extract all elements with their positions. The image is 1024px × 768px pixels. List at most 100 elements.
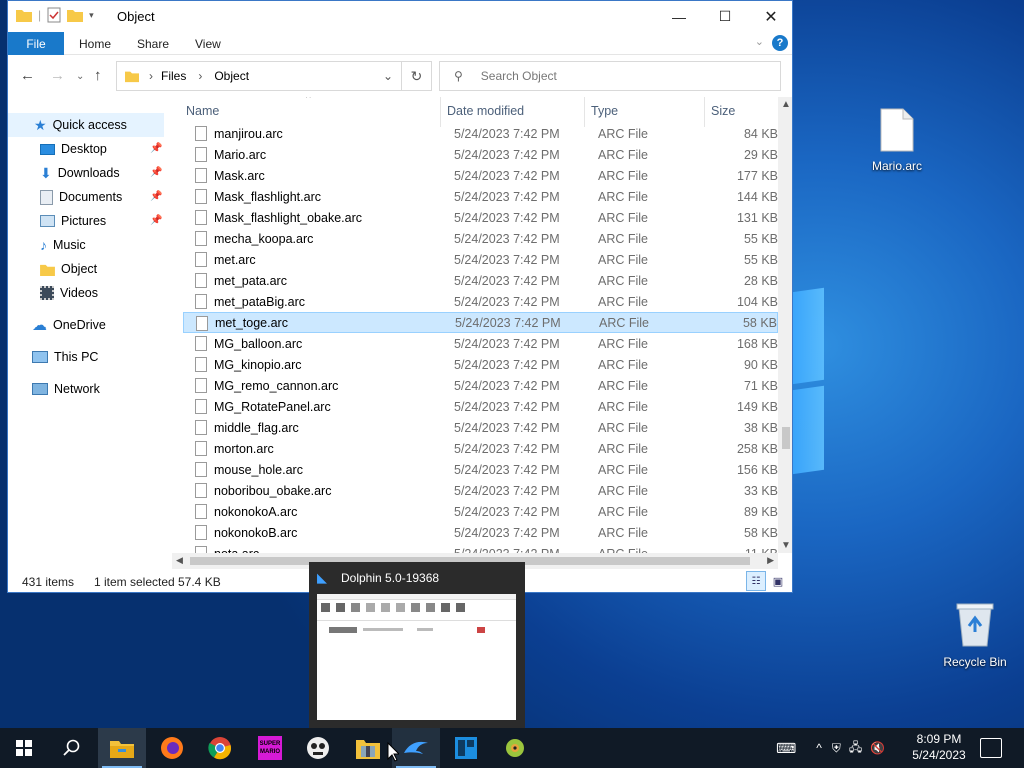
table-row[interactable]: MG_remo_cannon.arc 5/24/2023 7:42 PM ARC F… [183,375,778,396]
nav-network[interactable]: Network [32,377,100,401]
network-tray-icon[interactable]: 🖧 [849,738,862,759]
table-row[interactable]: Mask_flashlight.arc 5/24/2023 7:42 PM ARC … [183,186,778,207]
table-row[interactable]: Mask.arc 5/24/2023 7:42 PM ARC File 177 KB [183,165,778,186]
table-row[interactable]: met_toge.arc 5/24/2023 7:42 PM ARC File 58 … [183,312,778,333]
taskbar-app-chameleon[interactable] [490,728,538,768]
refresh-button[interactable]: ↻ [402,61,432,91]
scroll-thumb[interactable] [782,427,790,449]
vertical-scrollbar[interactable]: ▲ ▼ [778,97,792,553]
table-row[interactable]: met_pata.arc 5/24/2023 7:42 PM ARC File 28 … [183,270,778,291]
table-row[interactable]: noboribou_obake.arc 5/24/2023 7:42 PM ARC … [183,480,778,501]
tab-home[interactable]: Home [79,37,111,51]
customize-toolbar-icon[interactable]: ▾ [89,10,94,21]
file-date: 5/24/2023 7:42 PM [454,525,560,540]
scroll-right-icon[interactable]: ▶ [767,555,774,566]
file-date: 5/24/2023 7:42 PM [454,441,560,456]
tab-share[interactable]: Share [137,37,169,51]
volume-muted-icon[interactable]: 🔇 [870,741,885,755]
table-row[interactable]: Mask_flashlight_obake.arc 5/24/2023 7:42 … [183,207,778,228]
nav-pictures[interactable]: Pictures [40,209,106,233]
nav-videos[interactable]: Videos [40,281,98,305]
taskbar-firefox[interactable] [148,728,196,768]
expand-ribbon-icon[interactable]: ⌄ [755,35,764,48]
start-button[interactable] [0,728,48,768]
table-row[interactable]: nota.arc5/24/2023 7:42 PMARC File11 KB [183,543,778,553]
nav-object[interactable]: Object [40,257,97,281]
desktop-file-mario[interactable]: Mario.arc [860,108,934,173]
taskbar-game-app[interactable]: SUPER MARIO [246,728,294,768]
table-row[interactable]: nokonokoB.arc 5/24/2023 7:42 PM ARC File 58… [183,522,778,543]
clock[interactable]: 8:09 PM 5/24/2023 [904,731,974,763]
file-date: 5/24/2023 7:42 PM [455,315,561,330]
nav-documents[interactable]: Documents [40,185,122,209]
table-row[interactable]: nokonokoA.arc 5/24/2023 7:42 PM ARC File 89… [183,501,778,522]
scroll-down-icon[interactable]: ▼ [781,540,791,551]
search-taskbar-button[interactable] [48,728,96,768]
taskbar-app-skull[interactable] [294,728,342,768]
dolphin-icon [404,741,428,754]
column-header-date[interactable]: Date modified [447,104,524,118]
details-view-icon[interactable]: ☷ [746,571,766,591]
forward-arrow-icon[interactable]: → [50,67,65,84]
breadcrumb-separator-icon: › [149,69,153,83]
keyboard-icon[interactable]: ⌨ [776,740,796,757]
show-hidden-icons-icon[interactable]: ^ [816,741,822,755]
maximize-button[interactable]: ☐ [702,1,748,32]
navigation-bar: ← → ⌄ ↑ › Files › Object ⌄ ↻ ⚲ Search Ob… [8,61,792,91]
taskbar-file-explorer[interactable] [98,728,146,768]
nav-onedrive[interactable]: ☁ OneDrive [32,313,106,337]
taskbar-chrome[interactable] [196,728,244,768]
table-row[interactable]: MG_RotatePanel.arc 5/24/2023 7:42 PM ARC F… [183,396,778,417]
minimize-button[interactable]: — [656,1,702,32]
file-type: ARC File [598,357,649,372]
search-icon [63,739,80,756]
column-header-size[interactable]: Size [711,104,735,118]
table-row[interactable]: MG_balloon.arc 5/24/2023 7:42 PM ARC File 1… [183,333,778,354]
breadcrumb-object[interactable]: Object [214,69,249,83]
new-folder-icon[interactable] [67,8,84,22]
properties-icon[interactable] [47,7,61,23]
notification-icon[interactable] [980,738,1002,758]
large-icons-view-icon[interactable]: ▣ [770,573,786,589]
close-button[interactable]: ✕ [748,1,792,32]
help-button[interactable]: ? [772,35,788,51]
table-row[interactable]: MG_kinopio.arc 5/24/2023 7:42 PM ARC File 9… [183,354,778,375]
taskbar-thumbnail-preview[interactable]: ◣ Dolphin 5.0-19368 [309,562,525,730]
address-bar[interactable]: › Files › Object ⌄ [116,61,402,91]
tab-file[interactable]: File [8,32,64,55]
column-header-type[interactable]: Type [591,104,618,118]
breadcrumb-files[interactable]: Files [161,69,186,83]
nav-music[interactable]: ♪ Music [40,233,86,257]
nav-quick-access[interactable]: ★ Quick access [34,113,127,137]
nav-desktop[interactable]: Desktop [40,137,107,161]
taskbar-archive-tool[interactable] [344,728,392,768]
table-row[interactable]: Mario.arc 5/24/2023 7:42 PM ARC File 29 KB [183,144,778,165]
taskbar-dolphin[interactable] [392,728,440,768]
address-dropdown-icon[interactable]: ⌄ [383,69,393,83]
column-header-name[interactable]: Name [186,104,219,118]
table-row[interactable]: mouse_hole.arc 5/24/2023 7:42 PM ARC File 1… [183,459,778,480]
back-arrow-icon[interactable]: ← [20,67,35,84]
nav-downloads[interactable]: ⬇ Downloads [40,161,120,185]
taskbar-app-blue[interactable] [442,728,490,768]
tab-view[interactable]: View [195,37,221,51]
security-icon[interactable]: ⛨ [832,741,841,756]
nav-this-pc[interactable]: This PC [32,345,98,369]
recent-locations-icon[interactable]: ⌄ [76,71,84,82]
table-row[interactable]: morton.arc 5/24/2023 7:42 PM ARC File 258 K… [183,438,778,459]
table-row[interactable]: met.arc 5/24/2023 7:42 PM ARC File 55 KB [183,249,778,270]
search-box[interactable]: ⚲ Search Object [439,61,781,91]
file-name: Mask_flashlight.arc [214,189,321,204]
scroll-up-icon[interactable]: ▲ [781,99,791,110]
file-date: 5/24/2023 7:42 PM [454,210,560,225]
nav-label: Music [53,238,86,252]
scroll-left-icon[interactable]: ◀ [176,555,183,566]
table-row[interactable]: manjirou.arc 5/24/2023 7:42 PM ARC File 84 … [183,123,778,144]
desktop-recycle-bin[interactable]: Recycle Bin [938,602,1012,669]
table-row[interactable]: met_pataBig.arc 5/24/2023 7:42 PM ARC File… [183,291,778,312]
up-arrow-icon[interactable]: ↑ [94,67,102,84]
file-icon [195,357,207,372]
file-icon [195,399,207,414]
table-row[interactable]: mecha_koopa.arc 5/24/2023 7:42 PM ARC File… [183,228,778,249]
table-row[interactable]: middle_flag.arc 5/24/2023 7:42 PM ARC File… [183,417,778,438]
